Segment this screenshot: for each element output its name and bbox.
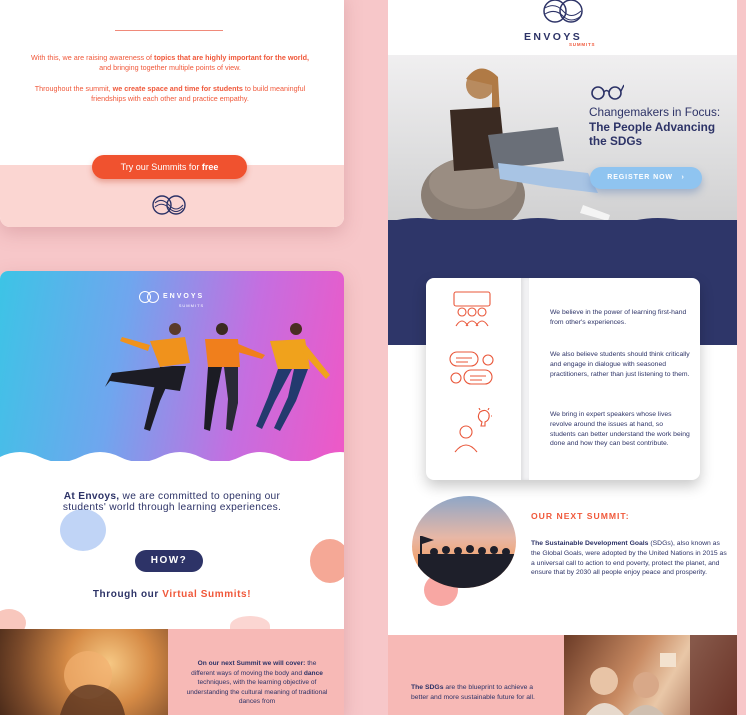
glasses-icon — [591, 84, 624, 100]
friendship-paragraph: Throughout the summit, we create space a… — [34, 84, 306, 103]
student-photo — [0, 629, 168, 715]
email-card-right: ENVOYS SUMMITS Changemakers in Focus: Th… — [388, 0, 737, 715]
hero-brand-logo: ENVOYS SUMMITS — [138, 285, 204, 308]
summit-logo-icon — [139, 290, 159, 303]
decorative-blob — [310, 539, 344, 583]
how-button[interactable]: HOW? — [135, 550, 203, 572]
next-summit-heading: OUR NEXT SUMMIT: — [531, 511, 630, 521]
students-classroom-photo — [564, 635, 737, 715]
speaker-idea-icon — [454, 408, 492, 453]
divider-line — [115, 30, 223, 31]
changemakers-title: Changemakers in Focus: The People Advanc… — [589, 105, 721, 148]
chevron-right-icon: › — [681, 174, 685, 181]
dialogue-icon — [449, 351, 494, 385]
hero-brand-name: ENVOYS — [163, 293, 205, 300]
group-icon — [453, 291, 491, 327]
hero-brand-sub: SUMMITS — [178, 303, 205, 308]
email-card-bottom-left: ENVOYS SUMMITS At Envoys, we are committ… — [0, 271, 344, 715]
decorative-blob — [60, 509, 106, 551]
next-summit-cover-text: On our next Summit we will cover: the di… — [186, 660, 328, 705]
belief-item-2: We also believe students should think cr… — [550, 351, 690, 378]
people-silhouettes — [418, 536, 516, 588]
wave-divider — [0, 452, 344, 477]
awareness-paragraph: With this, we are raising awareness of t… — [31, 53, 309, 72]
page-edge — [738, 0, 746, 715]
register-now-button[interactable]: REGISTER NOW › — [590, 167, 702, 189]
email-card-top-left: With this, we are raising awareness of t… — [0, 0, 344, 227]
panel-divider — [521, 278, 529, 480]
summit-logo-icon — [543, 0, 583, 23]
virtual-summits-heading: Through our Virtual Summits! — [92, 589, 252, 600]
beliefs-panel: We believe in the power of learning firs… — [426, 278, 700, 480]
summit-logo-icon — [152, 195, 186, 215]
sunset-group-photo — [412, 496, 516, 588]
students-illustration — [586, 635, 737, 715]
sdgs-blueprint-text: The SDGs are the blueprint to achieve a … — [411, 684, 535, 701]
sdg-description: The Sustainable Development Goals (SDGs)… — [531, 540, 727, 577]
belief-item-1: We believe in the power of learning firs… — [550, 309, 687, 326]
committed-statement: At Envoys, we are committed to opening o… — [62, 491, 282, 513]
sdgs-panel — [388, 635, 564, 715]
belief-item-3: We bring in expert speakers whose lives … — [550, 411, 690, 448]
brand-sub: SUMMITS — [569, 42, 596, 47]
try-summits-button[interactable]: Try our Summits for free — [92, 155, 247, 179]
student-silhouette — [60, 651, 125, 715]
